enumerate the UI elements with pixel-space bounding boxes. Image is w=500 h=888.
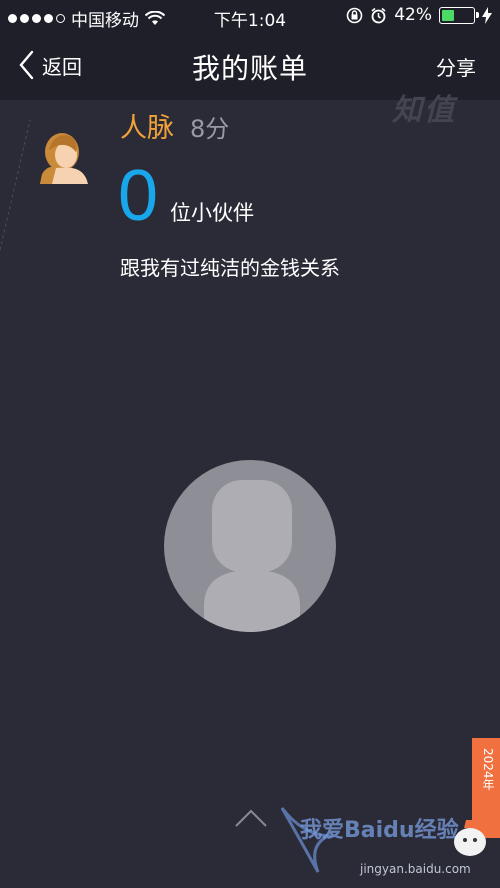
page-title: 我的账单 [191, 52, 308, 85]
watermark-text: 我爱Baidu经验 [300, 818, 459, 843]
chevron-up-icon[interactable] [234, 808, 268, 828]
share-button[interactable]: 分享 [436, 52, 476, 81]
section-score: 8分 [190, 115, 230, 143]
section-description: 跟我有过纯洁的金钱关系 [120, 256, 340, 280]
section-label: 人脉 [120, 113, 174, 144]
person-silhouette-icon [204, 480, 300, 632]
alarm-icon [371, 7, 386, 23]
user-avatar [40, 133, 88, 184]
partner-count: 0 [118, 156, 159, 236]
partner-count-unit: 位小伙伴 [170, 201, 255, 225]
decorative-line [0, 119, 31, 251]
status-bar: 中国移动 下午1:04 42% [0, 0, 500, 34]
promo-ribbon-text: 2024年 [481, 748, 495, 791]
charging-bolt-icon [482, 6, 492, 24]
battery-level-fill [442, 9, 454, 21]
watermark-url: jingyan.baidu.com [360, 862, 471, 876]
watermark-logo: 知值 [392, 92, 472, 134]
mascot-icon[interactable] [446, 812, 494, 860]
svg-text:知值: 知值 [392, 93, 459, 126]
battery-percent: 42% [394, 5, 432, 25]
orientation-lock-icon [346, 7, 363, 23]
navigation-bar: 返回 我的账单 分享 [0, 34, 500, 100]
status-bar-right: 42% [346, 5, 492, 25]
partner-count-row: 0 位小伙伴 [118, 160, 254, 232]
battery-icon [439, 6, 479, 24]
placeholder-avatar [164, 460, 336, 632]
section-header: 人脉 8分 [120, 106, 229, 145]
